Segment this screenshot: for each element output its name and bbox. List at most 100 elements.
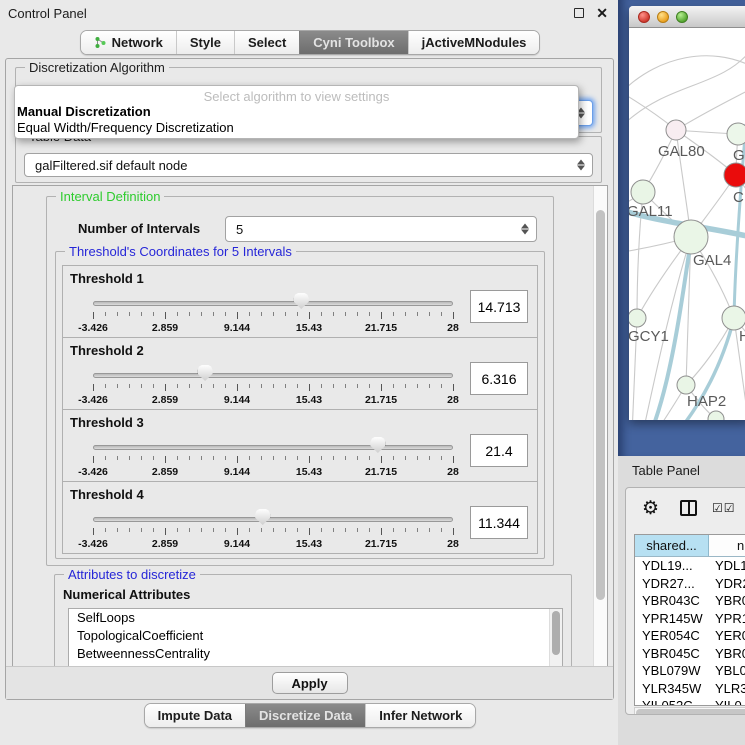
tab-label: jActiveMNodules (422, 31, 527, 54)
network-node-hap2[interactable] (677, 376, 695, 394)
threshold-slider[interactable]: -3.4262.8599.14415.4321.71528 (93, 365, 453, 409)
number-of-intervals-combobox[interactable]: 5 (225, 216, 537, 242)
minimize-traffic-light-icon[interactable] (657, 11, 669, 23)
gear-icon[interactable]: ⚙ (642, 497, 659, 520)
attribute-item[interactable]: TopologicalCoefficient (69, 627, 562, 645)
list-scrollbar[interactable] (549, 609, 562, 668)
close-panel-icon[interactable]: ✕ (596, 5, 608, 22)
tab-jactivemnodules[interactable]: jActiveMNodules (408, 31, 540, 54)
tab-impute-data[interactable]: Impute Data (145, 704, 245, 727)
threshold-value-field[interactable]: 21.4 (470, 434, 528, 467)
table-horizontal-scrollbar[interactable] (634, 707, 745, 715)
threshold-slider[interactable]: -3.4262.8599.14415.4321.71528 (93, 437, 453, 481)
threshold-slider[interactable]: -3.4262.8599.14415.4321.71528 (93, 293, 453, 337)
cell-shared-name[interactable]: YER054C (635, 627, 709, 645)
table-row[interactable]: YIL052CYIL0 (635, 697, 745, 706)
slider-thumb[interactable] (370, 437, 385, 453)
threshold-label: Threshold 3 (70, 415, 144, 430)
slider-track[interactable] (93, 445, 453, 450)
settings-vertical-scrollbar[interactable] (593, 186, 607, 667)
network-canvas[interactable]: GAL80GCGAL11GAL4GCY1HHAP2 (629, 28, 745, 420)
table-row[interactable]: YDR27...YDR2 (635, 575, 745, 593)
network-node-c[interactable] (724, 163, 745, 187)
attribute-item[interactable]: SelfLoops (69, 609, 562, 627)
slider-thumb[interactable] (198, 365, 213, 381)
table-row[interactable]: YBL079WYBL0 (635, 662, 745, 680)
network-node-gal4[interactable] (674, 220, 708, 254)
split-panel-icon[interactable] (680, 500, 697, 516)
slider-thumb[interactable] (255, 509, 270, 525)
minor-tick (261, 384, 262, 388)
settings-scrollbar-thumb[interactable] (596, 210, 605, 600)
network-node-gcy1[interactable] (629, 309, 646, 327)
select-columns-checkboxes-icon[interactable]: ☑☑ (712, 501, 736, 515)
cell-shared-name[interactable]: YLR345W (635, 680, 709, 698)
cell-name[interactable]: YBR0 (709, 645, 745, 663)
threshold-value-field[interactable]: 14.713 (470, 290, 528, 323)
minor-tick (333, 312, 334, 316)
minor-tick (261, 456, 262, 460)
tab-select[interactable]: Select (234, 31, 299, 54)
network-node-gal80[interactable] (666, 120, 686, 140)
cell-shared-name[interactable]: YBR045C (635, 645, 709, 663)
table-data-combobox[interactable]: galFiltered.sif default node (24, 153, 593, 177)
tab-network[interactable]: Network (81, 31, 176, 54)
tab-cyni-toolbox[interactable]: Cyni Toolbox (299, 31, 407, 54)
table-row[interactable]: YDL19...YDL1 (635, 557, 745, 575)
table-row[interactable]: YBR045CYBR0 (635, 645, 745, 663)
tick-label: 28 (447, 394, 459, 406)
cell-name[interactable]: YDL1 (709, 557, 745, 575)
major-tick (93, 312, 94, 319)
minor-tick (369, 312, 370, 316)
algorithm-option-manual[interactable]: Manual Discretization (15, 104, 578, 120)
tab-discretize-data[interactable]: Discretize Data (245, 704, 365, 727)
apply-button[interactable]: Apply (272, 672, 348, 694)
slider-track[interactable] (93, 517, 453, 522)
list-scrollbar-thumb[interactable] (552, 611, 560, 655)
tab-label: Cyni Toolbox (313, 31, 394, 54)
slider-thumb[interactable] (294, 293, 309, 309)
column-header-name[interactable]: n (709, 535, 745, 556)
attribute-item[interactable]: BetweennessCentrality (69, 645, 562, 663)
network-node-g[interactable] (727, 123, 745, 145)
cell-name[interactable]: YER0 (709, 627, 745, 645)
minor-tick (297, 528, 298, 532)
cell-name[interactable]: YBL0 (709, 662, 745, 680)
cell-shared-name[interactable]: YPR145W (635, 610, 709, 628)
network-node-h[interactable] (722, 306, 745, 330)
table-row[interactable]: YLR345WYLR3 (635, 680, 745, 698)
minor-tick (261, 528, 262, 532)
cell-name[interactable]: YDR2 (709, 575, 745, 593)
cell-name[interactable]: YPR1 (709, 610, 745, 628)
tab-infer-network[interactable]: Infer Network (365, 704, 475, 727)
cell-shared-name[interactable]: YIL052C (635, 697, 709, 706)
cell-shared-name[interactable]: YBR043C (635, 592, 709, 610)
algorithm-option-equal-width[interactable]: Equal Width/Frequency Discretization (15, 120, 578, 136)
table-row[interactable]: YER054CYER0 (635, 627, 745, 645)
column-header-shared-name[interactable]: shared... (635, 535, 709, 556)
zoom-traffic-light-icon[interactable] (676, 11, 688, 23)
table-hscrollbar-thumb[interactable] (636, 709, 745, 715)
float-window-icon[interactable] (574, 8, 584, 18)
minor-tick (153, 384, 154, 388)
table-row[interactable]: YPR145WYPR1 (635, 610, 745, 628)
cell-shared-name[interactable]: YDR27... (635, 575, 709, 593)
cell-shared-name[interactable]: YDL19... (635, 557, 709, 575)
threshold-value-field[interactable]: 6.316 (470, 362, 528, 395)
table-row[interactable]: YBR043CYBR0 (635, 592, 745, 610)
slider-track[interactable] (93, 301, 453, 306)
cell-name[interactable]: YLR3 (709, 680, 745, 698)
network-edge[interactable] (629, 50, 745, 124)
tab-style[interactable]: Style (176, 31, 234, 54)
close-traffic-light-icon[interactable] (638, 11, 650, 23)
cell-shared-name[interactable]: YBL079W (635, 662, 709, 680)
threshold-slider[interactable]: -3.4262.8599.14415.4321.71528 (93, 509, 453, 553)
major-tick (381, 456, 382, 463)
threshold-value-field[interactable]: 11.344 (470, 506, 528, 539)
network-node-gal11[interactable] (631, 180, 655, 204)
slider-track[interactable] (93, 373, 453, 378)
network-edge[interactable] (629, 56, 745, 90)
network-node[interactable] (708, 411, 724, 420)
cell-name[interactable]: YIL0 (709, 697, 745, 706)
cell-name[interactable]: YBR0 (709, 592, 745, 610)
